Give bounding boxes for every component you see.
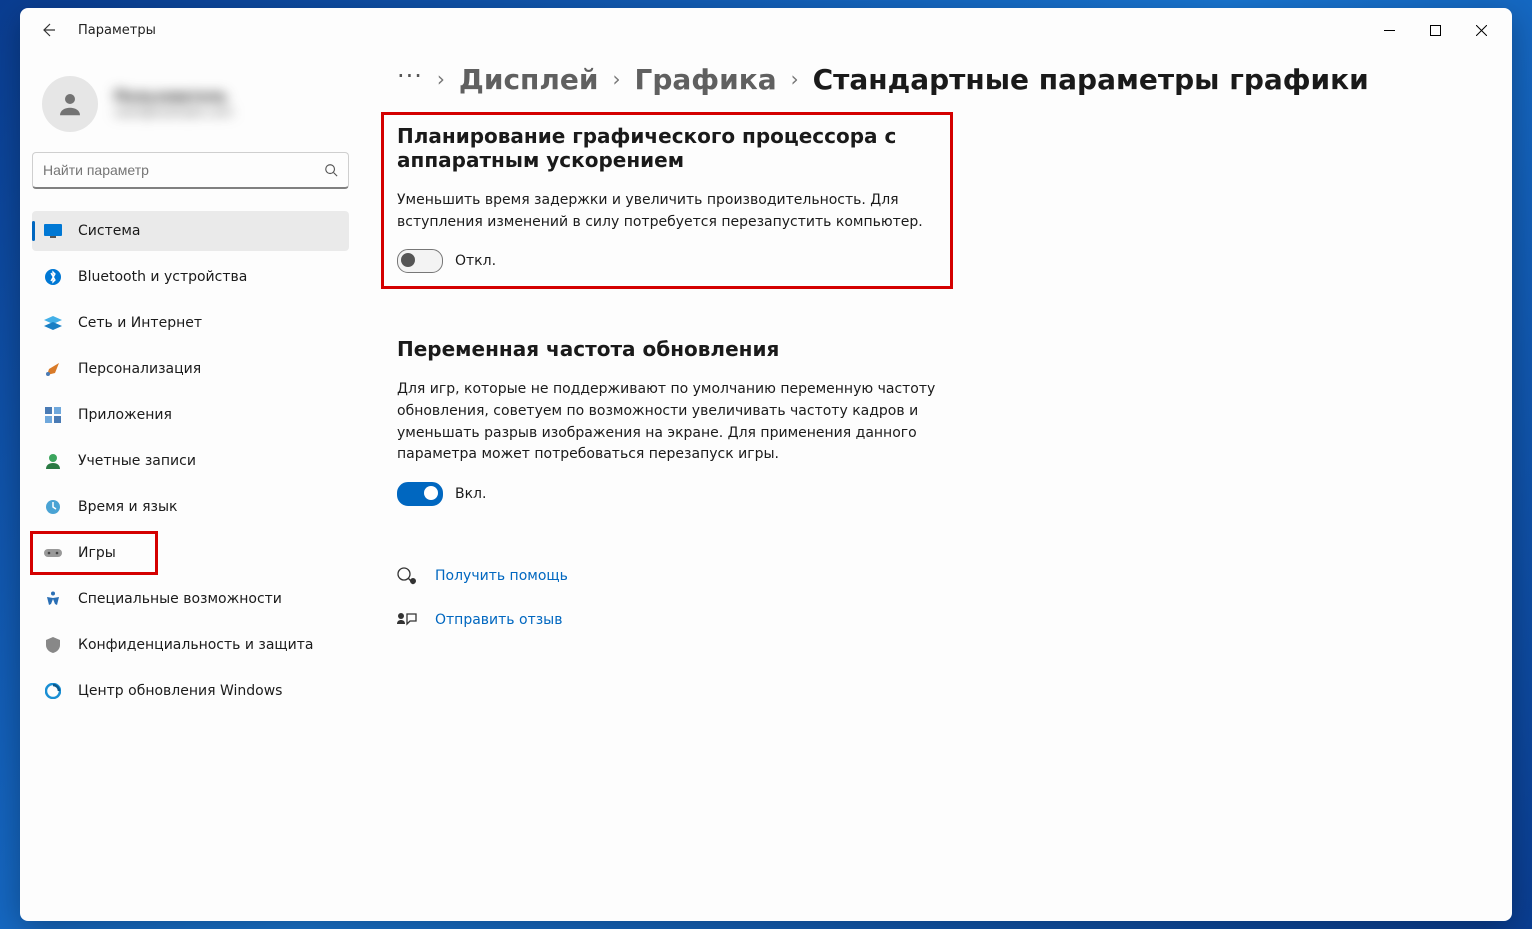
feedback-icon (397, 610, 417, 630)
gaming-icon (44, 544, 62, 562)
get-help-link[interactable]: Получить помощь (435, 568, 568, 584)
search-input[interactable] (33, 162, 314, 178)
sidebar-item-personalization[interactable]: Персонализация (32, 349, 349, 389)
breadcrumb-more[interactable]: ··· (397, 62, 423, 96)
titlebar: Параметры (20, 8, 1512, 52)
feedback-link[interactable]: Отправить отзыв (435, 612, 562, 628)
section-title: Переменная частота обновления (397, 337, 937, 361)
sidebar-item-time-language[interactable]: Время и язык (32, 487, 349, 527)
feedback-row: Отправить отзыв (397, 610, 1472, 630)
svg-text:?: ? (412, 580, 415, 586)
accounts-icon (44, 452, 62, 470)
search-box[interactable] (32, 152, 349, 189)
breadcrumb: ··· › Дисплей › Графика › Стандартные па… (397, 62, 1472, 96)
user-block[interactable]: Пользователь user@example.com (32, 64, 367, 152)
breadcrumb-display[interactable]: Дисплей (459, 63, 599, 96)
sidebar-item-bluetooth[interactable]: Bluetooth и устройства (32, 257, 349, 297)
sidebar-item-privacy[interactable]: Конфиденциальность и защита (32, 625, 349, 665)
privacy-icon (44, 636, 62, 654)
sidebar-item-apps[interactable]: Приложения (32, 395, 349, 435)
sidebar: Пользователь user@example.com Сис (20, 52, 367, 921)
sidebar-item-label: Система (78, 223, 140, 239)
breadcrumb-graphics[interactable]: Графика (635, 63, 777, 96)
sidebar-item-gaming[interactable]: Игры (32, 533, 156, 573)
toggle-state-label: Откл. (455, 253, 496, 269)
chevron-right-icon: › (437, 67, 445, 91)
bluetooth-icon (44, 268, 62, 286)
maximize-button[interactable] (1412, 8, 1458, 52)
nav: Система Bluetooth и устройства Сеть и Ин… (32, 211, 367, 717)
section-gpu-scheduling: Планирование графического процессора с а… (383, 114, 951, 287)
help-icon: ? (397, 566, 417, 586)
sidebar-item-label: Игры (78, 545, 116, 561)
avatar (42, 76, 98, 132)
toggle-state-label: Вкл. (455, 486, 486, 502)
content: ··· › Дисплей › Графика › Стандартные па… (367, 52, 1512, 921)
sidebar-item-label: Специальные возможности (78, 591, 282, 607)
network-icon (44, 314, 62, 332)
search-icon (314, 163, 348, 177)
sidebar-item-label: Приложения (78, 407, 172, 423)
get-help-row: ? Получить помощь (397, 566, 1472, 586)
app-title: Параметры (78, 23, 156, 38)
sidebar-item-accounts[interactable]: Учетные записи (32, 441, 349, 481)
breadcrumb-current: Стандартные параметры графики (813, 63, 1369, 96)
gpu-scheduling-toggle[interactable] (397, 249, 443, 273)
sidebar-item-windows-update[interactable]: Центр обновления Windows (32, 671, 349, 711)
sidebar-item-label: Конфиденциальность и защита (78, 637, 313, 653)
user-name: Пользователь (114, 89, 233, 105)
section-desc: Для игр, которые не поддерживают по умол… (397, 379, 937, 466)
personalization-icon (44, 360, 62, 378)
time-language-icon (44, 498, 62, 516)
sidebar-item-label: Учетные записи (78, 453, 196, 469)
sidebar-item-label: Сеть и Интернет (78, 315, 202, 331)
sidebar-item-system[interactable]: Система (32, 211, 349, 251)
windows-update-icon (44, 682, 62, 700)
section-vrr: Переменная частота обновления Для игр, к… (397, 337, 937, 506)
settings-window: Параметры Пользователь user@example.com (20, 8, 1512, 921)
user-email: user@example.com (114, 105, 233, 119)
help-links: ? Получить помощь Отправить отзыв (397, 566, 1472, 630)
chevron-right-icon: › (613, 67, 621, 91)
system-icon (44, 222, 62, 240)
minimize-button[interactable] (1366, 8, 1412, 52)
sidebar-item-label: Персонализация (78, 361, 201, 377)
sidebar-item-accessibility[interactable]: Специальные возможности (32, 579, 349, 619)
chevron-right-icon: › (791, 67, 799, 91)
close-button[interactable] (1458, 8, 1504, 52)
accessibility-icon (44, 590, 62, 608)
sidebar-item-label: Центр обновления Windows (78, 683, 282, 699)
sidebar-item-network[interactable]: Сеть и Интернет (32, 303, 349, 343)
back-button[interactable] (28, 10, 68, 50)
apps-icon (44, 406, 62, 424)
vrr-toggle[interactable] (397, 482, 443, 506)
section-desc: Уменьшить время задержки и увеличить про… (397, 190, 937, 233)
sidebar-item-label: Время и язык (78, 499, 177, 515)
sidebar-item-label: Bluetooth и устройства (78, 269, 247, 285)
section-title: Планирование графического процессора с а… (397, 124, 937, 172)
window-controls (1366, 8, 1504, 52)
